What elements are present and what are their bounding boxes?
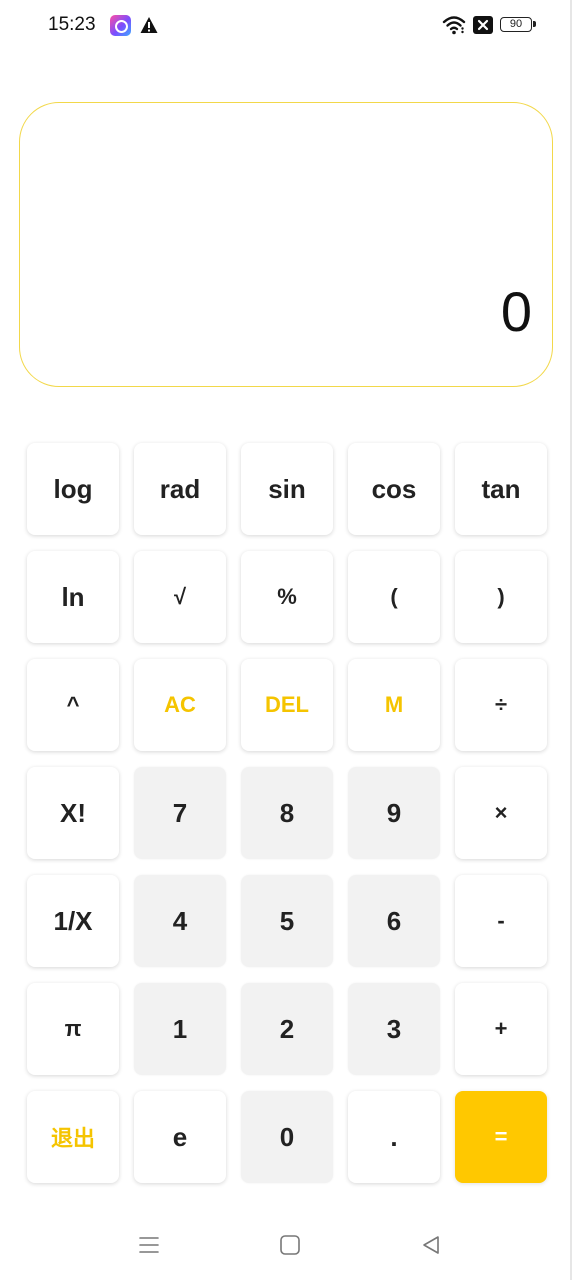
percent-button[interactable]: % <box>241 551 333 643</box>
back-icon[interactable] <box>420 1234 442 1256</box>
warning-icon <box>140 17 158 33</box>
no-sim-icon <box>473 16 493 34</box>
ln-button[interactable]: ln <box>27 551 119 643</box>
system-nav-bar <box>0 1218 572 1274</box>
equals-button[interactable]: = <box>455 1091 547 1183</box>
battery-icon: 90 <box>500 17 536 32</box>
multiply-button[interactable]: × <box>455 767 547 859</box>
status-time: 15:23 <box>48 14 96 35</box>
factorial-button[interactable]: X! <box>27 767 119 859</box>
digit-9-button[interactable]: 9 <box>348 767 440 859</box>
decimal-point-button[interactable]: . <box>348 1091 440 1183</box>
menu-icon[interactable] <box>138 1234 160 1256</box>
sqrt-button[interactable]: √ <box>134 551 226 643</box>
minus-button[interactable]: - <box>455 875 547 967</box>
clear-all-button[interactable]: AC <box>134 659 226 751</box>
digit-3-button[interactable]: 3 <box>348 983 440 1075</box>
exit-button[interactable]: 退出 <box>27 1091 119 1183</box>
digit-0-button[interactable]: 0 <box>241 1091 333 1183</box>
digit-4-button[interactable]: 4 <box>134 875 226 967</box>
open-paren-button[interactable]: ( <box>348 551 440 643</box>
digit-7-button[interactable]: 7 <box>134 767 226 859</box>
delete-button[interactable]: DEL <box>241 659 333 751</box>
pi-button[interactable]: π <box>27 983 119 1075</box>
digit-6-button[interactable]: 6 <box>348 875 440 967</box>
power-button[interactable]: ^ <box>27 659 119 751</box>
calculator-display: 0 <box>19 102 553 387</box>
memory-button[interactable]: M <box>348 659 440 751</box>
home-icon[interactable] <box>280 1235 300 1255</box>
divide-button[interactable]: ÷ <box>455 659 547 751</box>
sin-button[interactable]: sin <box>241 443 333 535</box>
plus-button[interactable]: + <box>455 983 547 1075</box>
status-bar: 15:23 90 <box>0 0 572 52</box>
digit-2-button[interactable]: 2 <box>241 983 333 1075</box>
rad-button[interactable]: rad <box>134 443 226 535</box>
digit-8-button[interactable]: 8 <box>241 767 333 859</box>
close-paren-button[interactable]: ) <box>455 551 547 643</box>
digit-1-button[interactable]: 1 <box>134 983 226 1075</box>
digit-5-button[interactable]: 5 <box>241 875 333 967</box>
log-button[interactable]: log <box>27 443 119 535</box>
keypad: log rad sin cos tan ln √ % ( ) ^ AC DEL … <box>27 443 547 1183</box>
wifi-icon <box>442 16 466 35</box>
e-constant-button[interactable]: e <box>134 1091 226 1183</box>
display-value: 0 <box>500 280 532 343</box>
app-notification-icon <box>110 15 131 36</box>
cos-button[interactable]: cos <box>348 443 440 535</box>
tan-button[interactable]: tan <box>455 443 547 535</box>
reciprocal-button[interactable]: 1/X <box>27 875 119 967</box>
